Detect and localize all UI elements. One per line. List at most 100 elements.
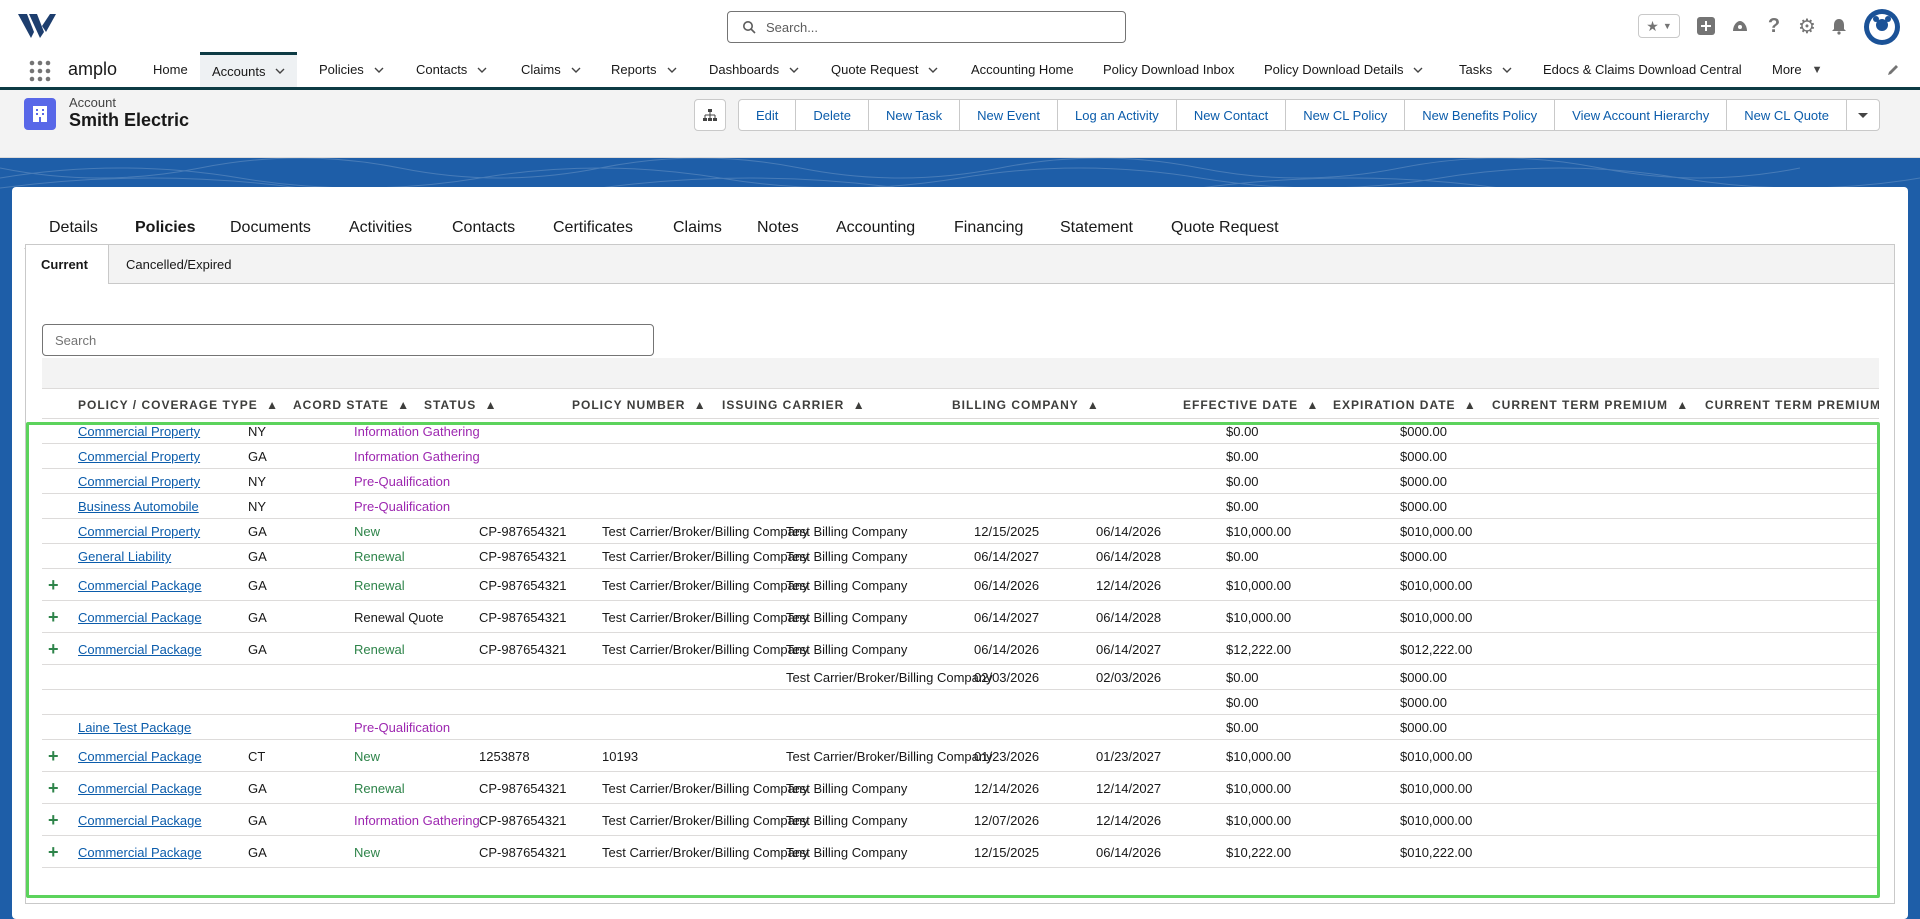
new-event-button[interactable]: New Event (960, 100, 1058, 130)
caret-down-icon[interactable]: ▼ (1812, 64, 1823, 76)
table-row[interactable]: Commercial Property GA Information Gatheri… (42, 444, 1879, 469)
nav-item-dashboards[interactable]: Dashboards (709, 52, 799, 87)
policy-link[interactable]: Commercial Package (78, 845, 202, 860)
policy-link[interactable]: Commercial Property (78, 474, 200, 489)
nav-item-policy-download-details[interactable]: Policy Download Details (1264, 52, 1423, 87)
nav-item-reports[interactable]: Reports (611, 52, 677, 87)
pencil-icon[interactable] (1886, 63, 1900, 77)
policy-link[interactable]: Commercial Package (78, 781, 202, 796)
favorites-button[interactable]: ★ ▼ (1638, 14, 1680, 38)
table-row[interactable]: $0.00 $000.00 (42, 690, 1879, 715)
tab-accounting[interactable]: Accounting (836, 219, 915, 237)
nav-item-accounts[interactable]: Accounts (200, 52, 298, 87)
sort-arrow-icon[interactable]: ▲ (397, 398, 410, 412)
user-avatar-icon[interactable] (1864, 9, 1900, 45)
column-header-effective-date[interactable]: EFFECTIVE DATE ▲ (1183, 398, 1319, 412)
nav-item-quote-request[interactable]: Quote Request (831, 52, 938, 87)
chevron-down-icon[interactable] (374, 65, 384, 75)
expand-row-icon[interactable]: + (48, 607, 59, 628)
edit-button[interactable]: Edit (739, 100, 797, 130)
nav-item-contacts[interactable]: Contacts (416, 52, 487, 87)
global-search-input[interactable]: Search... (727, 11, 1126, 43)
column-header-current-term-premium[interactable]: CURRENT TERM PREMIUM ▲ (1492, 398, 1689, 412)
expand-row-icon[interactable]: + (48, 810, 59, 831)
tab-notes[interactable]: Notes (757, 219, 799, 237)
column-header-current-term-premium-2[interactable]: CURRENT TERM PREMIUM (1705, 398, 1879, 412)
sort-arrow-icon[interactable]: ▲ (1676, 398, 1689, 412)
chevron-down-icon[interactable]: ▼ (1663, 21, 1672, 31)
nav-item-home[interactable]: Home (141, 52, 200, 87)
policy-link[interactable]: Commercial Property (78, 424, 200, 439)
new-task-button[interactable]: New Task (869, 100, 961, 130)
nav-item-accounting-home[interactable]: Accounting Home (971, 52, 1074, 87)
table-row[interactable]: Commercial Property NY Pre-Qualification $0… (42, 469, 1879, 494)
subtab-cancelled-expired[interactable]: Cancelled/Expired (126, 245, 232, 283)
policy-link[interactable]: General Liability (78, 549, 171, 564)
policy-link[interactable]: Commercial Package (78, 578, 202, 593)
more-actions-button[interactable] (1847, 100, 1879, 130)
table-row[interactable]: + Commercial Package GA New CP-987654321 Test… (42, 836, 1879, 868)
tab-activities[interactable]: Activities (349, 219, 412, 237)
chevron-down-icon[interactable] (667, 65, 677, 75)
tab-financing[interactable]: Financing (954, 219, 1023, 237)
table-row[interactable]: + Commercial Package GA Information Gatheri… (42, 804, 1879, 836)
policy-link[interactable]: Commercial Package (78, 642, 202, 657)
tab-details[interactable]: Details (49, 219, 98, 237)
table-row[interactable]: + Commercial Package GA Renewal CP-987654321… (42, 772, 1879, 804)
table-row[interactable]: + Commercial Package GA Renewal CP-987654321… (42, 569, 1879, 601)
chevron-down-icon[interactable] (1502, 65, 1512, 75)
table-row[interactable]: + Commercial Package GA Renewal Quote CP-987… (42, 601, 1879, 633)
table-row[interactable]: Commercial Property NY Information Gatheri… (42, 419, 1879, 444)
view-hierarchy-button[interactable] (694, 99, 726, 131)
table-row[interactable]: Laine Test Package Pre-Qualification $0.00… (42, 715, 1879, 740)
sort-arrow-icon[interactable]: ▲ (1087, 398, 1100, 412)
table-row[interactable]: + Commercial Package GA Renewal CP-987654321… (42, 633, 1879, 665)
delete-button[interactable]: Delete (796, 100, 869, 130)
tab-quote-request[interactable]: Quote Request (1171, 219, 1279, 237)
help-button[interactable]: ? (1762, 14, 1786, 38)
tab-policies[interactable]: Policies (135, 219, 195, 237)
new-contact-button[interactable]: New Contact (1177, 100, 1287, 130)
column-header-expiration-date[interactable]: EXPIRATION DATE ▲ (1333, 398, 1477, 412)
table-row[interactable]: + Commercial Package CT New 1253878 10193 Test… (42, 740, 1879, 772)
table-row[interactable]: General Liability GA Renewal CP-987654321 Te… (42, 544, 1879, 569)
sort-arrow-icon[interactable]: ▲ (266, 398, 279, 412)
new-cl-quote-button[interactable]: New CL Quote (1727, 100, 1847, 130)
policy-link[interactable]: Laine Test Package (78, 720, 191, 735)
policy-link[interactable]: Commercial Package (78, 813, 202, 828)
expand-row-icon[interactable]: + (48, 746, 59, 767)
nav-item-claims[interactable]: Claims (521, 52, 581, 87)
column-header-issuing-carrier[interactable]: ISSUING CARRIER ▲ (722, 398, 866, 412)
chevron-down-icon[interactable] (571, 65, 581, 75)
tab-statement[interactable]: Statement (1060, 219, 1133, 237)
column-header-acord-state[interactable]: ACORD STATE ▲ (293, 398, 410, 412)
table-row[interactable]: Commercial Property GA New CP-987654321 Test… (42, 519, 1879, 544)
trailhead-button[interactable] (1728, 14, 1752, 38)
chevron-down-icon[interactable] (1413, 65, 1423, 75)
expand-row-icon[interactable]: + (48, 575, 59, 596)
expand-row-icon[interactable]: + (48, 639, 59, 660)
expand-row-icon[interactable]: + (48, 778, 59, 799)
tab-contacts[interactable]: Contacts (452, 219, 515, 237)
chevron-down-icon[interactable] (477, 65, 487, 75)
policy-link[interactable]: Commercial Package (78, 749, 202, 764)
new-cl-policy-button[interactable]: New CL Policy (1286, 100, 1406, 130)
policy-link[interactable]: Commercial Package (78, 610, 202, 625)
setup-button[interactable]: ⚙ (1795, 14, 1819, 38)
sort-arrow-icon[interactable]: ▲ (694, 398, 707, 412)
chevron-down-icon[interactable] (275, 66, 285, 76)
column-header-policy-number[interactable]: POLICY NUMBER ▲ (572, 398, 707, 412)
sort-arrow-icon[interactable]: ▲ (1464, 398, 1477, 412)
column-header-policy-type[interactable]: POLICY / COVERAGE TYPE ▲ (78, 398, 279, 412)
global-actions-button[interactable] (1694, 14, 1718, 38)
column-header-billing-company[interactable]: BILLING COMPANY ▲ (952, 398, 1100, 412)
policy-link[interactable]: Business Automobile (78, 499, 199, 514)
nav-item-policy-download-inbox[interactable]: Policy Download Inbox (1103, 52, 1235, 87)
sort-arrow-icon[interactable]: ▲ (853, 398, 866, 412)
nav-item-more[interactable]: More ▼ (1772, 52, 1823, 87)
sort-arrow-icon[interactable]: ▲ (1306, 398, 1319, 412)
tab-documents[interactable]: Documents (230, 219, 311, 237)
nav-item-edocs-claims-download-central[interactable]: Edocs & Claims Download Central (1543, 52, 1742, 87)
column-header-status[interactable]: STATUS ▲ (424, 398, 497, 412)
expand-row-icon[interactable]: + (48, 842, 59, 863)
